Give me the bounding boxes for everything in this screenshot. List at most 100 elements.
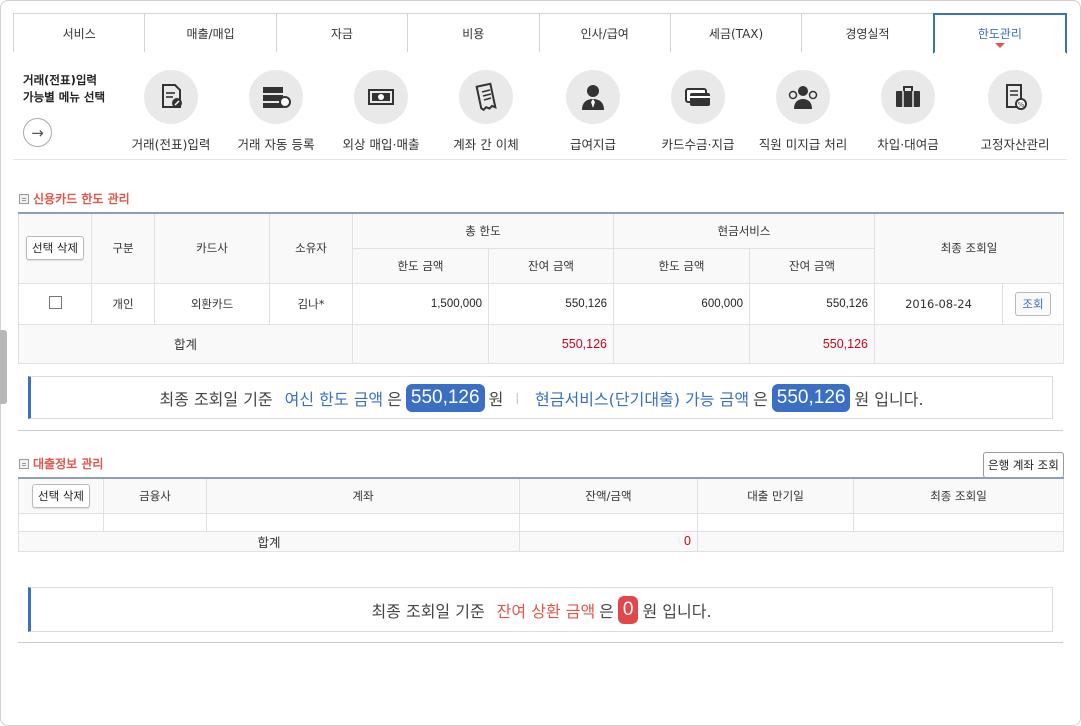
next-arrow-button[interactable]: → xyxy=(23,118,52,147)
credit-limit-value-badge: 550,126 xyxy=(405,383,485,412)
header-maturity: 대출 만기일 xyxy=(697,477,854,514)
header-type: 구분 xyxy=(91,212,155,284)
tab-hr-payroll[interactable]: 인사/급여 xyxy=(538,13,670,52)
credit-card-section-title: 신용카드 한도 관리 xyxy=(19,190,130,207)
header-total-limit: 총 한도 xyxy=(352,212,614,249)
cell-cash-limit: 600,000 xyxy=(613,282,750,325)
table-row: 개인 외환카드 김나* 1,500,000 550,126 600,000 55… xyxy=(18,282,1064,325)
tab-expense[interactable]: 비용 xyxy=(407,13,539,52)
sum-cash-balance: 550,126 xyxy=(749,323,875,364)
credit-limit-label: 여신 한도 금액 xyxy=(284,389,384,409)
sum-total-balance: 550,126 xyxy=(488,323,614,364)
svg-text:%: % xyxy=(1018,101,1025,109)
loan-sum-label: 합계 xyxy=(18,530,520,552)
loan-sum-value: 0 xyxy=(519,530,698,552)
credit-card-table: 선택 삭제 구분 카드사 소유자 총 한도 현금서비스 최종 조회일 한도 금액… xyxy=(18,212,1064,364)
credit-summary-box: 최종 조회일 기준 여신 한도 금액 은 550,126 원 | 현금서비스(단… xyxy=(28,376,1053,419)
menu-item-label: 카드수금·지급 xyxy=(661,137,735,152)
separator: | xyxy=(515,391,520,404)
empty-row xyxy=(18,512,1064,532)
tab-tax[interactable]: 세금(TAX) xyxy=(669,13,802,52)
bank-account-query-button[interactable]: 은행 계좌 조회 xyxy=(983,452,1064,478)
tab-service[interactable]: 서비스 xyxy=(13,13,145,52)
section-divider xyxy=(18,430,1063,431)
menu-item-label: 거래(전표)입력 xyxy=(131,137,211,152)
header-card-company: 카드사 xyxy=(154,212,270,284)
menu-item-borrow-lend[interactable]: 차입·대여금 xyxy=(853,70,963,153)
tab-funds[interactable]: 자금 xyxy=(275,13,408,52)
particle: 은 xyxy=(387,389,402,409)
cell-card-company: 외환카드 xyxy=(154,282,270,325)
credit-card-title-text: 신용카드 한도 관리 xyxy=(33,192,130,206)
summary-prefix: 최종 조회일 기준 xyxy=(159,389,273,409)
menu-item-card-collection[interactable]: 카드수금·지급 xyxy=(643,70,753,153)
cell-type: 개인 xyxy=(91,282,155,325)
sum-row: 합계 550,126 550,126 xyxy=(18,323,1064,364)
credit-card-icon xyxy=(671,70,725,124)
header-limit-amount: 한도 금액 xyxy=(352,247,489,284)
header-select-delete: 선택 삭제 xyxy=(18,477,104,514)
cash-icon xyxy=(354,70,408,124)
query-button[interactable]: 조회 xyxy=(1015,291,1051,316)
loan-sum-empty xyxy=(697,530,1064,552)
employee-icon xyxy=(776,70,830,124)
header-last-query-date: 최종 조회일 xyxy=(853,477,1064,514)
row-checkbox-cell xyxy=(18,282,92,325)
cash-service-label: 현금서비스(단기대출) 가능 금액 xyxy=(535,389,750,409)
loan-sum-row: 합계 0 xyxy=(18,530,1064,552)
cell-owner: 김나* xyxy=(269,282,353,325)
tab-sales-purchase[interactable]: 매출/매입 xyxy=(144,13,276,52)
menu-area: 거래(전표)입력 가능별 메뉴 선택 → 거래(전표)입력 거래 자동 등록 외… xyxy=(13,62,1067,160)
unit: 원 xyxy=(488,389,504,409)
top-tab-bar: 서비스 매출/매입 자금 비용 인사/급여 세금(TAX) 경영실적 한도관리 xyxy=(13,13,1067,54)
sum-label: 합계 xyxy=(18,323,353,364)
summary-suffix: 원 입니다. xyxy=(642,601,712,621)
menu-item-transaction-entry[interactable]: 거래(전표)입력 xyxy=(116,70,226,153)
menu-item-label: 급여지급 xyxy=(569,137,616,152)
menu-item-label: 직원 미지급 처리 xyxy=(758,137,848,152)
header-cash-balance-amount: 잔여 금액 xyxy=(749,247,875,284)
section-divider xyxy=(18,642,1063,643)
tab-limit-management[interactable]: 한도관리 xyxy=(932,13,1067,54)
select-delete-button[interactable]: 선택 삭제 xyxy=(26,236,84,261)
loan-select-delete-button[interactable]: 선택 삭제 xyxy=(32,483,90,508)
cell-date: 2016-08-24 xyxy=(874,282,1003,325)
loan-table: 선택 삭제 금융사 계좌 잔액/금액 대출 만기일 최종 조회일 합계 0 xyxy=(18,477,1064,552)
loan-summary-box: 최종 조회일 기준 잔여 상환 금액 은 0 원 입니다. xyxy=(28,587,1053,632)
menu-item-account-transfer[interactable]: 계좌 간 이체 xyxy=(431,70,541,153)
particle: 은 xyxy=(599,601,614,621)
menu-item-credit-trade[interactable]: 외상 매입·매출 xyxy=(326,70,436,153)
briefcase-icon xyxy=(881,70,935,124)
tab-performance[interactable]: 경영실적 xyxy=(801,13,933,52)
menu-item-salary-payment[interactable]: 급여지급 xyxy=(538,70,648,153)
arrow-right-icon: → xyxy=(31,123,44,142)
particle: 은 xyxy=(753,389,768,409)
header-balance-amount: 잔여 금액 xyxy=(488,247,614,284)
menu-item-label: 계좌 간 이체 xyxy=(453,137,519,152)
menu-item-label: 차입·대여금 xyxy=(877,137,939,152)
menu-item-label: 거래 자동 등록 xyxy=(237,137,315,152)
cell-cash-balance: 550,126 xyxy=(749,282,875,325)
cell-query: 조회 xyxy=(1002,282,1064,325)
person-icon xyxy=(566,70,620,124)
summary-suffix: 원 입니다. xyxy=(854,389,924,409)
header-account: 계좌 xyxy=(206,477,520,514)
list-icon xyxy=(19,458,29,469)
menu-item-label: 외상 매입·매출 xyxy=(342,137,420,152)
header-balance: 잔액/금액 xyxy=(519,477,698,514)
loan-title-text: 대출정보 관리 xyxy=(33,457,104,471)
menu-item-employee-unpaid[interactable]: 직원 미지급 처리 xyxy=(748,70,858,153)
sum-empty-3 xyxy=(874,323,1064,364)
asset-document-icon: % xyxy=(988,70,1042,124)
loan-section-title: 대출정보 관리 xyxy=(19,455,103,472)
summary-prefix: 최종 조회일 기준 xyxy=(371,601,485,621)
header-cash-service: 현금서비스 xyxy=(613,212,875,249)
sum-empty-1 xyxy=(352,323,489,364)
remaining-repay-value-badge: 0 xyxy=(617,595,639,624)
menu-item-label: 고정자산관리 xyxy=(980,137,1050,152)
side-scroll-handle[interactable] xyxy=(0,330,7,404)
row-checkbox[interactable] xyxy=(48,295,62,309)
menu-item-fixed-asset[interactable]: % 고정자산관리 xyxy=(960,70,1070,153)
list-icon xyxy=(19,193,29,204)
menu-item-auto-register[interactable]: 거래 자동 등록 xyxy=(221,70,331,153)
